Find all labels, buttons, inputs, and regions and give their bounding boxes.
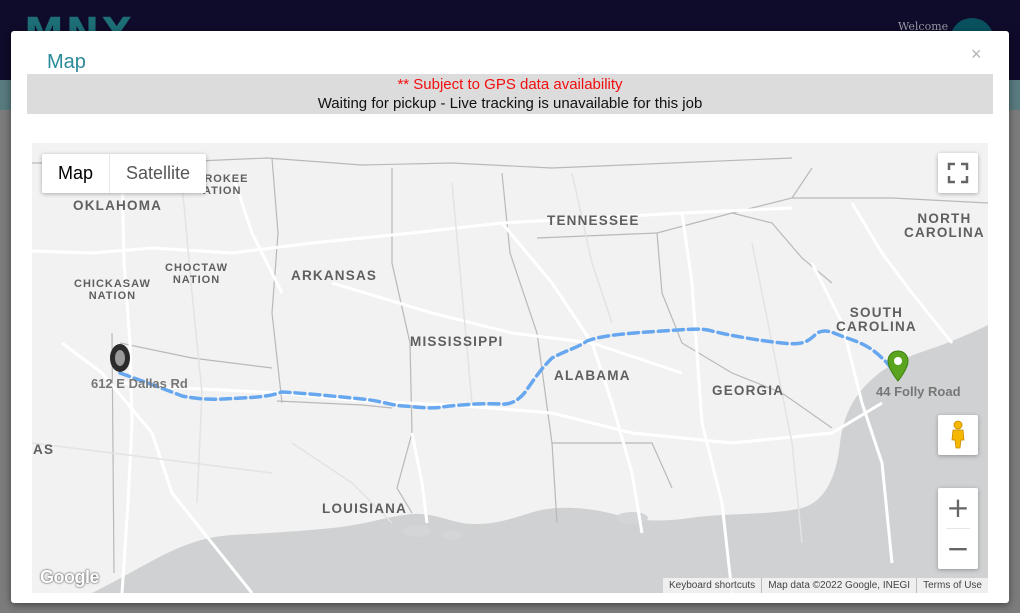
terms-of-use-link[interactable]: Terms of Use [916,578,988,593]
google-logo[interactable]: Google [40,567,100,588]
map-label-arkansas: ARKANSAS [291,268,378,283]
map-modal: Map × ** Subject to GPS data availabilit… [11,31,1009,603]
map-canvas[interactable]: OKLAHOMA EROKEE ATION TENNESSEE NORTH CA… [32,143,988,593]
destination-marker-icon[interactable] [887,350,909,382]
pegman-icon [951,420,965,449]
fullscreen-button[interactable] [938,153,978,193]
map-label-louisiana: LOUISIANA [322,501,408,516]
map-label-oklahoma: OKLAHOMA [73,198,163,213]
map-data-text: Map data ©2022 Google, INEGI [761,578,916,593]
map-label-texas-partial: AS [33,442,55,457]
street-view-button[interactable] [938,415,978,455]
origin-marker-icon[interactable] [109,343,131,375]
map-type-satellite-button[interactable]: Satellite [110,154,206,193]
zoom-out-button[interactable]: − [938,529,978,569]
destination-address-label: 44 Folly Road [876,384,961,399]
modal-title: Map [47,51,86,73]
map-label-south-carolina: SOUTH CAROLINA [836,305,917,334]
map-label-chickasaw: CHICKASAW NATION [74,278,151,302]
tracking-notice: ** Subject to GPS data availability Wait… [27,74,993,114]
keyboard-shortcuts-link[interactable]: Keyboard shortcuts [663,578,761,593]
map-label-choctaw: CHOCTAW NATION [165,262,229,286]
gps-warning-text: ** Subject to GPS data availability [397,76,623,93]
origin-address-label: 612 E Dallas Rd [91,376,188,391]
map-type-map-button[interactable]: Map [42,154,111,193]
map-basemap [32,157,988,593]
tracking-status-text: Waiting for pickup - Live tracking is un… [317,95,703,112]
map-label-alabama: ALABAMA [554,368,631,383]
map-type-control: Map Satellite [42,154,207,193]
map-attribution: Keyboard shortcuts Map data ©2022 Google… [663,578,988,593]
fullscreen-icon [947,162,969,184]
map-label-north-carolina: NORTH CAROLINA [904,211,985,240]
zoom-in-button[interactable]: + [938,488,978,528]
map-label-mississippi: MISSISSIPPI [410,334,504,349]
map-label-tennessee: TENNESSEE [547,213,640,228]
map-label-georgia: GEORGIA [712,383,785,398]
zoom-control: + − [938,488,978,569]
close-icon[interactable]: × [971,45,982,63]
